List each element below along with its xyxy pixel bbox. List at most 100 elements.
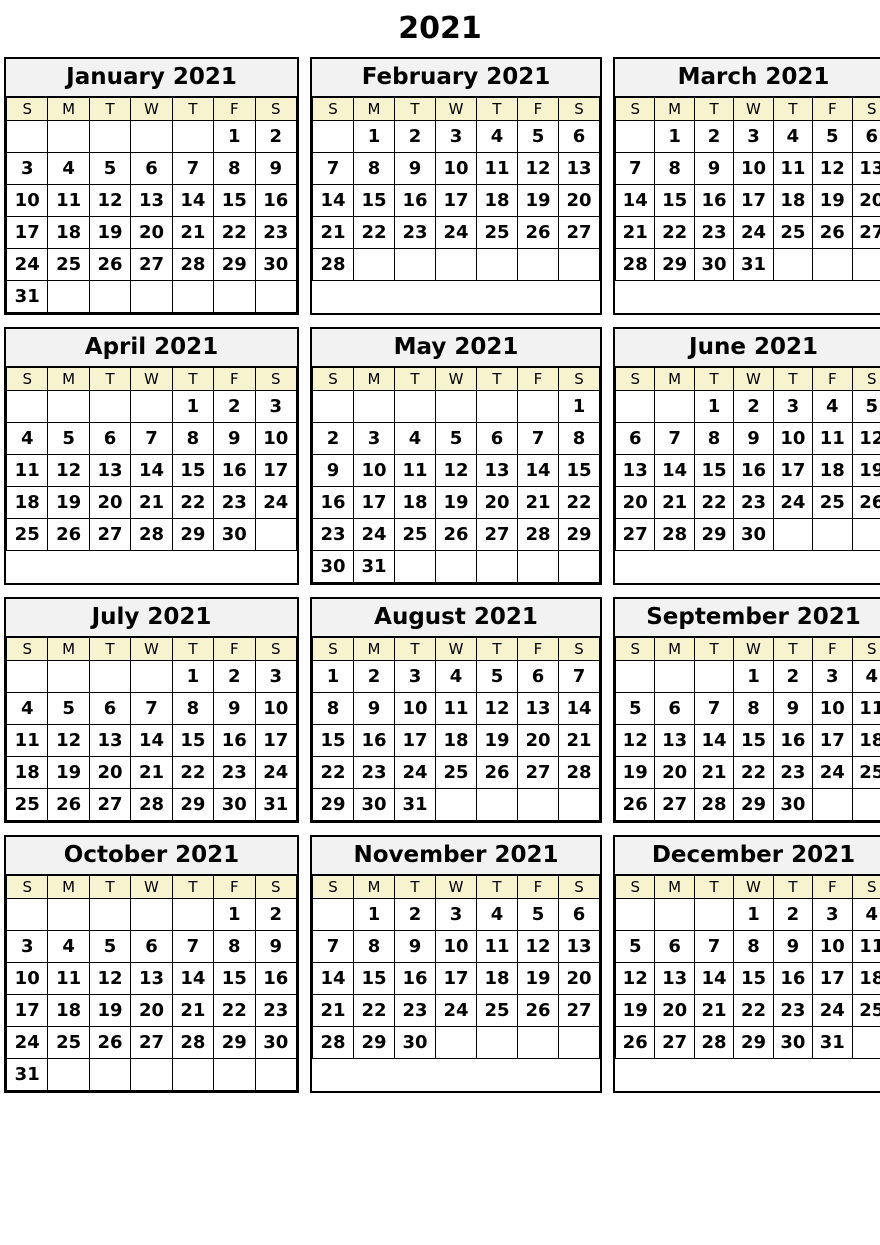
day-cell[interactable]: 11 — [476, 151, 518, 185]
day-cell[interactable]: 26 — [47, 517, 90, 551]
day-cell[interactable]: 17 — [812, 723, 853, 757]
day-cell[interactable]: 16 — [772, 961, 814, 995]
day-cell[interactable]: 27 — [851, 215, 880, 249]
day-cell[interactable]: 4 — [851, 897, 880, 931]
day-cell[interactable]: 2 — [254, 897, 298, 931]
day-cell[interactable]: 27 — [88, 787, 132, 821]
day-cell[interactable]: 1 — [558, 389, 600, 423]
day-cell[interactable]: 17 — [5, 215, 49, 249]
day-cell[interactable]: 16 — [353, 723, 395, 757]
day-cell[interactable]: 14 — [130, 453, 173, 487]
day-cell[interactable]: 20 — [88, 755, 132, 789]
day-cell[interactable]: 27 — [614, 517, 656, 551]
day-cell[interactable]: 20 — [654, 755, 695, 789]
day-cell[interactable]: 11 — [772, 151, 814, 185]
day-cell[interactable]: 20 — [558, 183, 600, 217]
day-cell[interactable]: 11 — [812, 421, 853, 455]
day-cell[interactable]: 1 — [171, 659, 215, 693]
day-cell[interactable]: 3 — [435, 897, 477, 931]
day-cell[interactable]: 12 — [476, 691, 518, 725]
day-cell[interactable]: 21 — [693, 993, 735, 1027]
day-cell[interactable]: 25 — [5, 787, 49, 821]
day-cell[interactable]: 22 — [213, 993, 256, 1027]
day-cell[interactable]: 28 — [693, 1025, 735, 1059]
day-cell[interactable]: 23 — [693, 215, 735, 249]
day-cell[interactable]: 8 — [733, 929, 774, 963]
day-cell[interactable]: 30 — [213, 787, 256, 821]
day-cell[interactable]: 29 — [213, 1025, 256, 1059]
day-cell[interactable]: 18 — [476, 961, 518, 995]
day-cell[interactable]: 5 — [812, 119, 853, 153]
day-cell[interactable]: 28 — [654, 517, 695, 551]
day-cell[interactable]: 5 — [88, 929, 132, 963]
day-cell[interactable]: 18 — [5, 755, 49, 789]
day-cell[interactable]: 9 — [394, 929, 436, 963]
day-cell[interactable]: 28 — [171, 1025, 215, 1059]
day-cell[interactable]: 21 — [517, 485, 559, 519]
day-cell[interactable]: 26 — [476, 755, 518, 789]
day-cell[interactable]: 28 — [312, 247, 354, 281]
day-cell[interactable]: 4 — [772, 119, 814, 153]
day-cell[interactable]: 12 — [851, 421, 880, 455]
day-cell[interactable]: 18 — [851, 961, 880, 995]
day-cell[interactable]: 7 — [693, 929, 735, 963]
day-cell[interactable]: 24 — [5, 1025, 49, 1059]
day-cell[interactable]: 2 — [312, 421, 354, 455]
day-cell[interactable]: 27 — [558, 993, 600, 1027]
day-cell[interactable]: 2 — [772, 659, 814, 693]
day-cell[interactable]: 11 — [47, 183, 90, 217]
day-cell[interactable]: 6 — [130, 151, 173, 185]
day-cell[interactable]: 28 — [130, 787, 173, 821]
day-cell[interactable]: 23 — [254, 215, 298, 249]
day-cell[interactable]: 25 — [772, 215, 814, 249]
day-cell[interactable]: 10 — [435, 929, 477, 963]
day-cell[interactable]: 21 — [130, 485, 173, 519]
day-cell[interactable]: 20 — [614, 485, 656, 519]
day-cell[interactable]: 7 — [130, 691, 173, 725]
day-cell[interactable]: 12 — [812, 151, 853, 185]
day-cell[interactable]: 22 — [733, 755, 774, 789]
day-cell[interactable]: 14 — [654, 453, 695, 487]
day-cell[interactable]: 10 — [254, 691, 298, 725]
day-cell[interactable]: 1 — [654, 119, 695, 153]
day-cell[interactable]: 24 — [435, 993, 477, 1027]
day-cell[interactable]: 25 — [5, 517, 49, 551]
day-cell[interactable]: 12 — [517, 151, 559, 185]
day-cell[interactable]: 19 — [47, 755, 90, 789]
day-cell[interactable]: 24 — [733, 215, 774, 249]
day-cell[interactable]: 4 — [435, 659, 477, 693]
day-cell[interactable]: 5 — [47, 691, 90, 725]
day-cell[interactable]: 25 — [394, 517, 436, 551]
day-cell[interactable]: 17 — [394, 723, 436, 757]
day-cell[interactable]: 26 — [614, 1025, 656, 1059]
day-cell[interactable]: 21 — [693, 755, 735, 789]
day-cell[interactable]: 15 — [353, 961, 395, 995]
day-cell[interactable]: 27 — [654, 1025, 695, 1059]
day-cell[interactable]: 25 — [47, 1025, 90, 1059]
day-cell[interactable]: 18 — [394, 485, 436, 519]
day-cell[interactable]: 24 — [435, 215, 477, 249]
day-cell[interactable]: 18 — [476, 183, 518, 217]
day-cell[interactable]: 1 — [733, 897, 774, 931]
day-cell[interactable]: 10 — [812, 691, 853, 725]
day-cell[interactable]: 5 — [88, 151, 132, 185]
day-cell[interactable]: 26 — [88, 1025, 132, 1059]
day-cell[interactable]: 30 — [772, 787, 814, 821]
day-cell[interactable]: 3 — [772, 389, 814, 423]
day-cell[interactable]: 23 — [394, 993, 436, 1027]
day-cell[interactable]: 8 — [654, 151, 695, 185]
day-cell[interactable]: 15 — [213, 183, 256, 217]
day-cell[interactable]: 23 — [213, 485, 256, 519]
day-cell[interactable]: 23 — [733, 485, 774, 519]
day-cell[interactable]: 15 — [312, 723, 354, 757]
day-cell[interactable]: 3 — [353, 421, 395, 455]
day-cell[interactable]: 8 — [353, 151, 395, 185]
day-cell[interactable]: 16 — [312, 485, 354, 519]
day-cell[interactable]: 12 — [47, 723, 90, 757]
day-cell[interactable]: 30 — [733, 517, 774, 551]
day-cell[interactable]: 25 — [851, 993, 880, 1027]
day-cell[interactable]: 13 — [130, 183, 173, 217]
day-cell[interactable]: 21 — [614, 215, 656, 249]
day-cell[interactable]: 30 — [213, 517, 256, 551]
day-cell[interactable]: 10 — [733, 151, 774, 185]
